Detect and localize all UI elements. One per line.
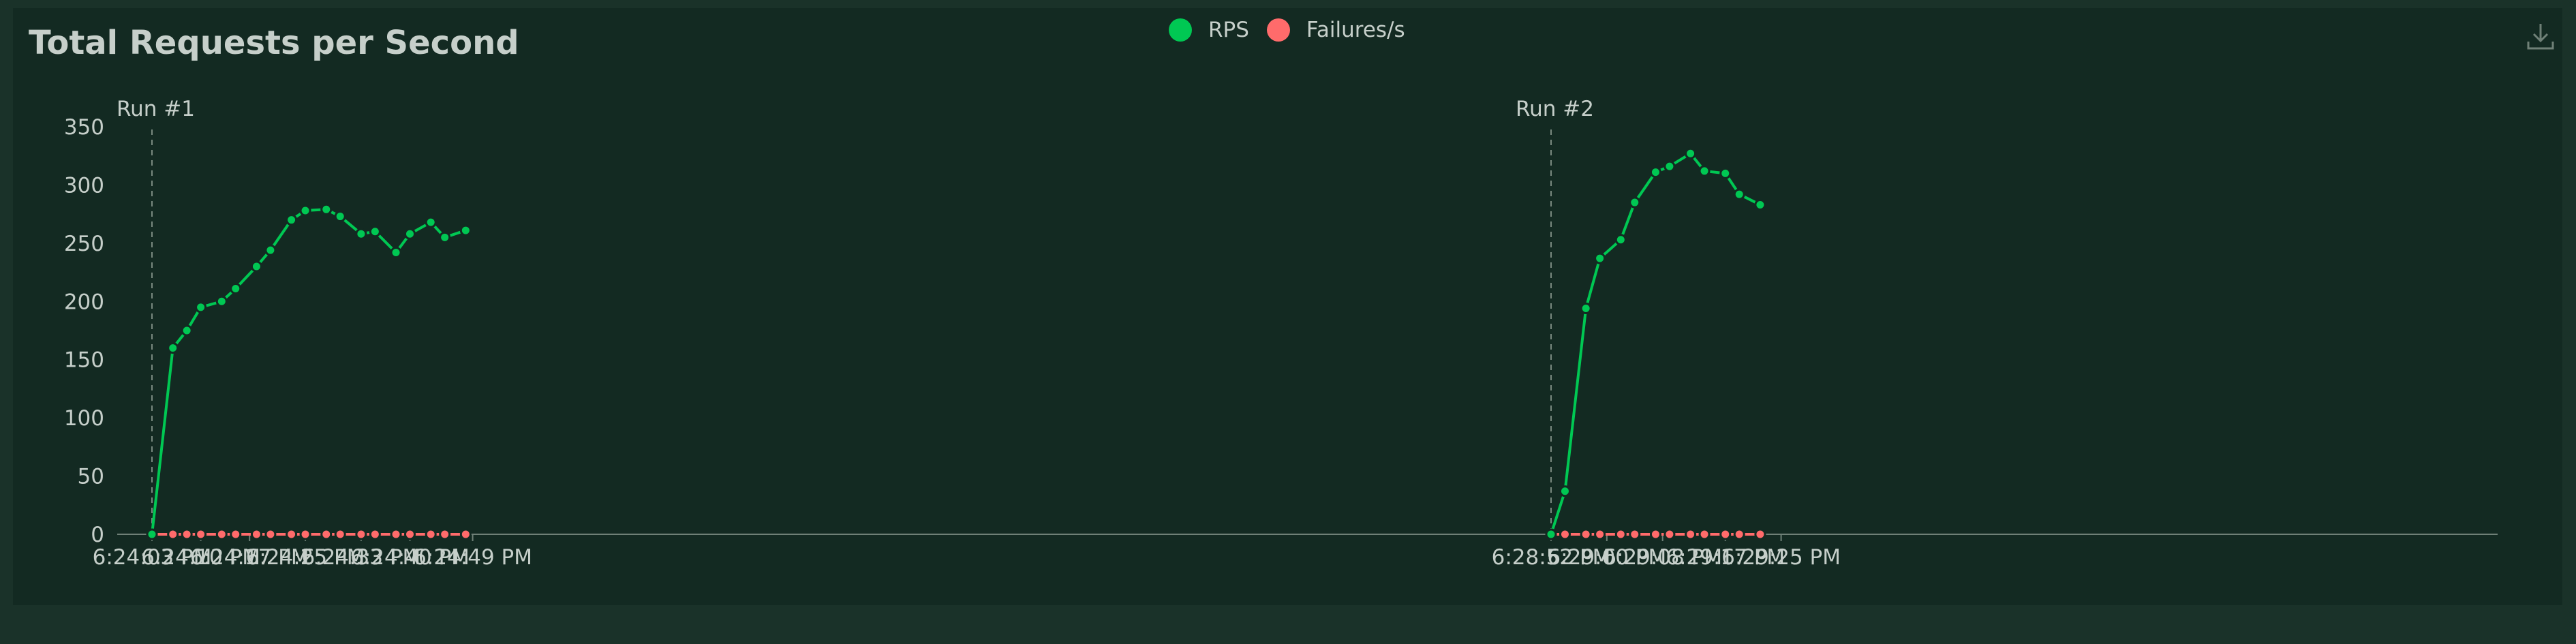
data-point-failures: [404, 528, 416, 540]
chart-points: [146, 147, 1766, 540]
data-point-failures: [320, 528, 333, 540]
data-point-failures: [1698, 528, 1711, 540]
x-tick-label: 6:24:49 PM: [413, 545, 532, 570]
data-point-failures: [230, 528, 242, 540]
data-point-failures: [1754, 528, 1766, 540]
data-point-rps: [250, 260, 262, 273]
data-point-failures: [459, 528, 472, 540]
data-point-rps: [181, 324, 193, 337]
data-point-rps: [1545, 528, 1557, 540]
data-point-failures: [1580, 528, 1592, 540]
y-tick-label: 50: [78, 465, 104, 489]
series-line-rps: [1550, 152, 1762, 536]
data-point-failures: [1594, 528, 1606, 540]
series-line-rps: [151, 208, 467, 536]
y-tick-label: 100: [64, 406, 104, 431]
data-point-failures: [369, 528, 381, 540]
data-point-failures: [264, 528, 277, 540]
data-point-rps: [369, 226, 381, 238]
data-point-rps: [439, 231, 451, 243]
data-point-rps: [1629, 196, 1641, 209]
data-point-failures: [1629, 528, 1641, 540]
data-point-failures: [195, 528, 207, 540]
data-point-rps: [459, 224, 472, 236]
data-point-rps: [146, 528, 158, 540]
data-point-failures: [215, 528, 228, 540]
run-marker-label: Run #1: [117, 97, 195, 121]
chart-series-lines: [151, 152, 1762, 536]
x-tick-label: 6:29:25 PM: [1721, 545, 1841, 570]
data-point-failures: [1614, 528, 1627, 540]
data-point-failures: [439, 528, 451, 540]
data-point-rps: [230, 282, 242, 294]
data-point-failures: [390, 528, 402, 540]
data-point-rps: [355, 228, 367, 240]
data-point-failures: [181, 528, 193, 540]
data-point-rps: [286, 214, 298, 226]
data-point-rps: [334, 211, 346, 223]
data-point-failures: [355, 528, 367, 540]
data-point-rps: [1559, 485, 1571, 497]
y-tick-label: 250: [64, 232, 104, 256]
data-point-failures: [1649, 528, 1661, 540]
data-point-rps: [1733, 188, 1745, 200]
data-point-rps: [320, 203, 333, 215]
data-point-rps: [425, 216, 437, 228]
data-point-rps: [1754, 198, 1766, 211]
data-point-rps: [299, 204, 311, 217]
data-point-failures: [299, 528, 311, 540]
data-point-failures: [1733, 528, 1745, 540]
data-point-rps: [1580, 303, 1592, 315]
y-tick-label: 200: [64, 290, 104, 314]
data-point-rps: [1685, 147, 1697, 159]
data-point-failures: [1559, 528, 1571, 540]
data-point-rps: [195, 301, 207, 313]
chart-axes: 0501001502002503003506:24:03 PM6:24:10 P…: [64, 115, 2498, 570]
data-point-rps: [264, 244, 277, 256]
data-point-failures: [167, 528, 179, 540]
chart-run-markers: Run #1 Run #2: [117, 97, 1594, 534]
data-point-failures: [1685, 528, 1697, 540]
data-point-rps: [1649, 166, 1661, 179]
data-point-rps: [1594, 252, 1606, 264]
data-point-rps: [1614, 234, 1627, 246]
data-point-failures: [425, 528, 437, 540]
data-point-failures: [1663, 528, 1676, 540]
chart-plot: 0501001502002503003506:24:03 PM6:24:10 P…: [64, 97, 2498, 570]
y-tick-label: 0: [91, 523, 104, 547]
y-tick-label: 350: [64, 115, 104, 140]
data-point-failures: [250, 528, 262, 540]
data-point-failures: [334, 528, 346, 540]
data-point-rps: [390, 247, 402, 259]
data-point-rps: [1698, 165, 1711, 177]
data-point-rps: [1663, 160, 1676, 172]
y-tick-label: 300: [64, 173, 104, 198]
data-point-rps: [404, 228, 416, 240]
run-marker-label: Run #2: [1516, 97, 1594, 121]
data-point-rps: [1719, 167, 1732, 179]
data-point-rps: [215, 295, 228, 307]
data-point-rps: [167, 342, 179, 354]
y-tick-label: 150: [64, 348, 104, 373]
data-point-failures: [286, 528, 298, 540]
data-point-failures: [1719, 528, 1732, 540]
